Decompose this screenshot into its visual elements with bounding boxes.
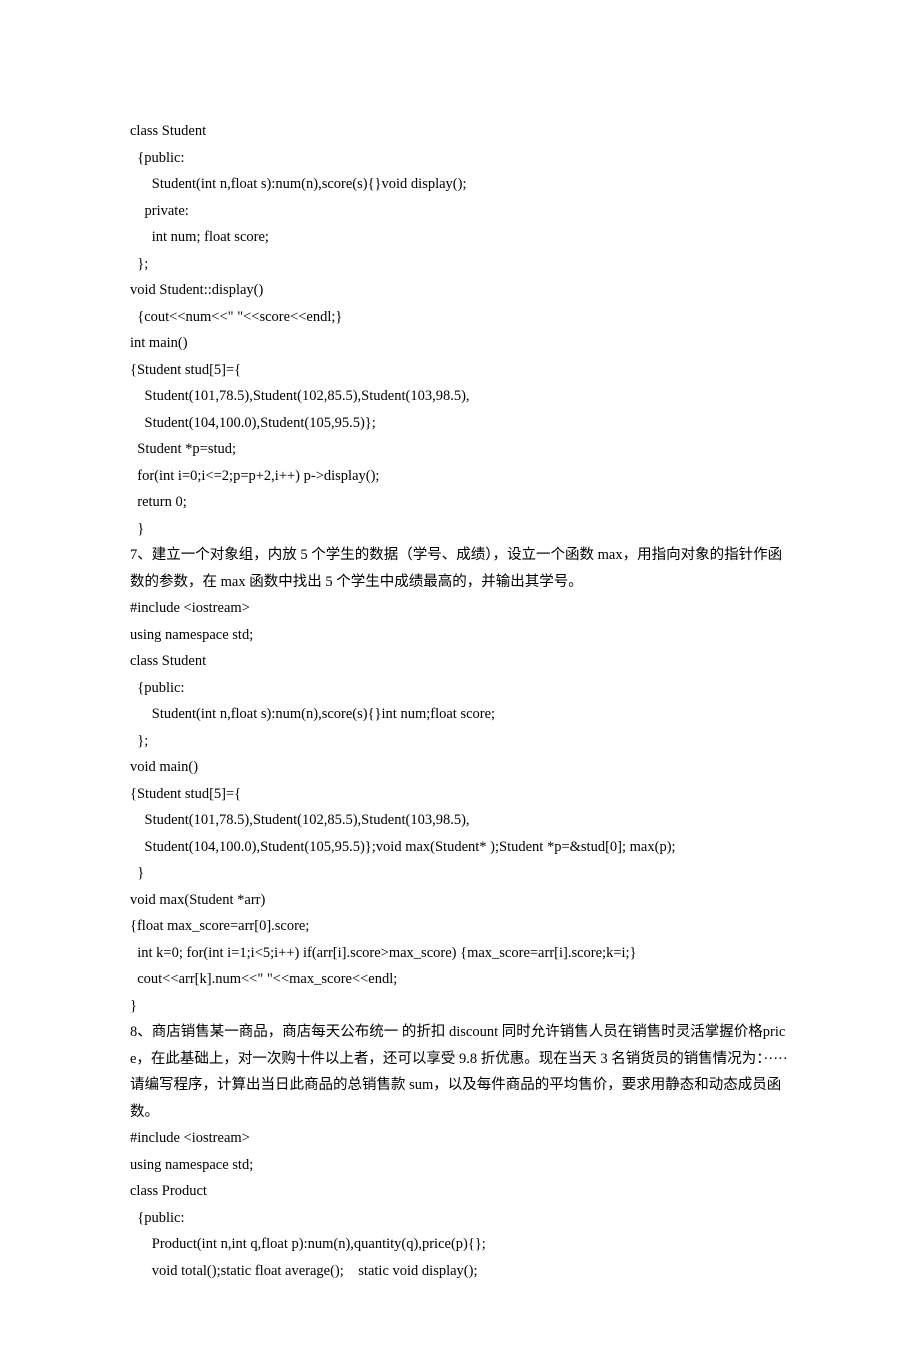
code-line: {public: [130,675,790,702]
code-line: using namespace std; [130,1152,790,1179]
code-line: void Student::display() [130,277,790,304]
code-line: return 0; [130,489,790,516]
code-line: 7、建立一个对象组，内放 5 个学生的数据（学号、成绩），设立一个函数 max，… [130,542,790,595]
code-line: } [130,516,790,543]
code-line: int num; float score; [130,224,790,251]
code-line: Student(int n,float s):num(n),score(s){}… [130,701,790,728]
code-line: {cout<<num<<" "<<score<<endl;} [130,304,790,331]
code-line: class Product [130,1178,790,1205]
code-line: } [130,860,790,887]
code-line: }; [130,728,790,755]
code-line: void total();static float average(); sta… [130,1258,790,1285]
code-line: int main() [130,330,790,357]
code-line: Student(int n,float s):num(n),score(s){}… [130,171,790,198]
code-line: {public: [130,1205,790,1232]
code-line: {public: [130,145,790,172]
code-line: class Student [130,648,790,675]
code-line: {Student stud[5]={ [130,781,790,808]
code-line: Student(104,100.0),Student(105,95.5)}; [130,410,790,437]
code-line: #include <iostream> [130,595,790,622]
code-line: Student(101,78.5),Student(102,85.5),Stud… [130,807,790,834]
code-line: void max(Student *arr) [130,887,790,914]
code-line: }; [130,251,790,278]
code-line: {float max_score=arr[0].score; [130,913,790,940]
code-line: Student(101,78.5),Student(102,85.5),Stud… [130,383,790,410]
code-line: cout<<arr[k].num<<" "<<max_score<<endl; [130,966,790,993]
code-line: for(int i=0;i<=2;p=p+2,i++) p->display()… [130,463,790,490]
code-line: } [130,993,790,1020]
code-line: using namespace std; [130,622,790,649]
code-line: private: [130,198,790,225]
code-line: {Student stud[5]={ [130,357,790,384]
code-line: Student *p=stud; [130,436,790,463]
code-line: void main() [130,754,790,781]
code-line: #include <iostream> [130,1125,790,1152]
code-line: 8、商店销售某一商品，商店每天公布统一 的折扣 discount 同时允许销售人… [130,1019,790,1125]
document-page: class Student {public: Student(int n,flo… [0,0,920,1364]
code-line: Product(int n,int q,float p):num(n),quan… [130,1231,790,1258]
code-line: int k=0; for(int i=1;i<5;i++) if(arr[i].… [130,940,790,967]
code-line: class Student [130,118,790,145]
code-line: Student(104,100.0),Student(105,95.5)};vo… [130,834,790,861]
